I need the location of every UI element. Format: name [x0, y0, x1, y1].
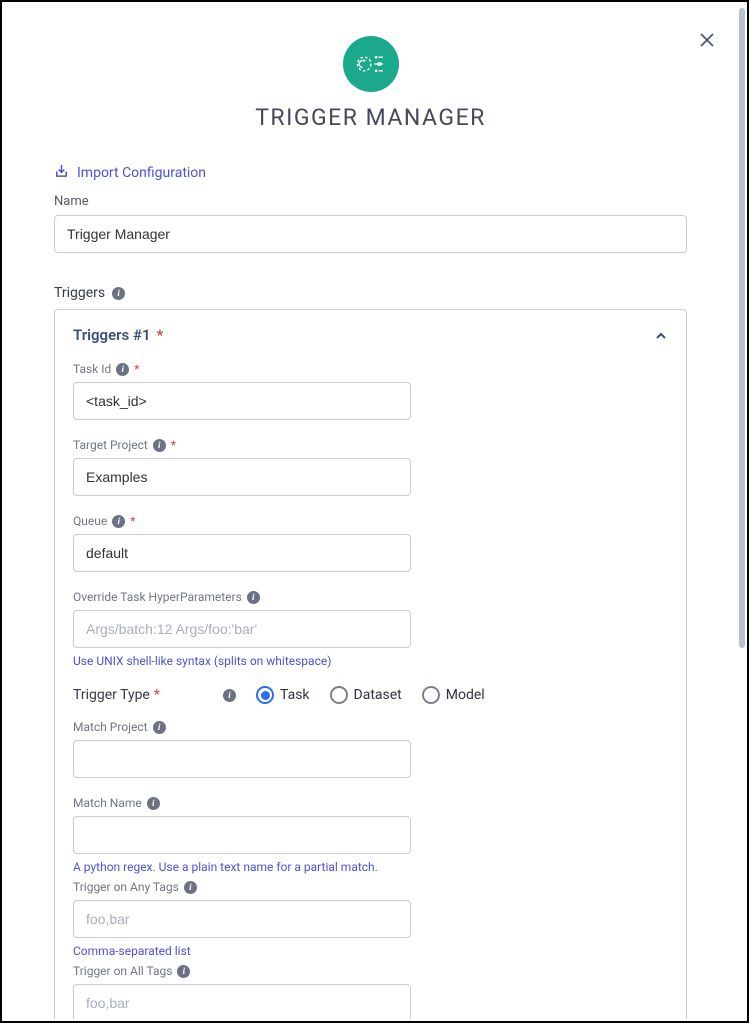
target-project-label: Target Project i * [73, 438, 668, 452]
collapse-toggle[interactable] [654, 328, 668, 342]
info-icon[interactable]: i [184, 881, 197, 894]
info-icon[interactable]: i [223, 689, 236, 702]
target-project-input[interactable] [73, 458, 411, 496]
trigger-type-model-radio[interactable]: Model [422, 686, 485, 704]
info-icon[interactable]: i [247, 591, 260, 604]
all-tags-label-text: Trigger on All Tags [73, 964, 172, 978]
all-tags-input[interactable] [73, 984, 411, 1019]
radio-label: Task [280, 687, 310, 703]
trigger-type-task-radio[interactable]: Task [256, 686, 310, 704]
trigger-type-label-text: Trigger Type [73, 687, 150, 703]
radio-icon [256, 686, 274, 704]
page-title: TRIGGER MANAGER [54, 104, 687, 131]
queue-label: Queue i * [73, 514, 668, 528]
trigger-type-dataset-radio[interactable]: Dataset [330, 686, 402, 704]
triggers-section-text: Triggers [54, 285, 105, 301]
match-name-label-text: Match Name [73, 796, 142, 810]
match-name-input[interactable] [73, 816, 411, 854]
match-name-hint: A python regex. Use a plain text name fo… [73, 860, 668, 874]
scrollbar[interactable] [739, 8, 745, 648]
any-tags-label-text: Trigger on Any Tags [73, 880, 179, 894]
trigger-card: Triggers #1 * Task Id i * Target Project… [54, 309, 687, 1019]
dialog-body: TRIGGER MANAGER Import Configuration Nam… [4, 4, 737, 1019]
override-hp-input[interactable] [73, 610, 411, 648]
info-icon[interactable]: i [153, 439, 166, 452]
radio-icon [422, 686, 440, 704]
info-icon[interactable]: i [147, 797, 160, 810]
import-configuration-label: Import Configuration [77, 165, 206, 181]
match-project-label: Match Project i [73, 720, 668, 734]
queue-input[interactable] [73, 534, 411, 572]
required-indicator: * [134, 362, 139, 376]
override-hp-hint: Use UNIX shell-like syntax (splits on wh… [73, 654, 668, 668]
required-indicator: * [154, 687, 160, 703]
match-project-label-text: Match Project [73, 720, 148, 734]
task-id-label-text: Task Id [73, 362, 111, 376]
info-icon[interactable]: i [153, 721, 166, 734]
info-icon[interactable]: i [177, 965, 190, 978]
all-tags-label: Trigger on All Tags i [73, 964, 668, 978]
radio-icon [330, 686, 348, 704]
trigger-manager-icon [343, 36, 399, 92]
trigger-type-label: Trigger Type * [73, 687, 203, 703]
triggers-section-label: Triggers i [54, 285, 687, 301]
required-indicator: * [157, 326, 164, 344]
task-id-input[interactable] [73, 382, 411, 420]
any-tags-input[interactable] [73, 900, 411, 938]
import-configuration-link[interactable]: Import Configuration [54, 163, 206, 182]
radio-label: Dataset [354, 687, 402, 703]
info-icon[interactable]: i [112, 287, 125, 300]
any-tags-hint: Comma-separated list [73, 944, 668, 958]
trigger-card-title-text: Triggers #1 [73, 326, 151, 344]
any-tags-label: Trigger on Any Tags i [73, 880, 668, 894]
name-label: Name [54, 194, 687, 209]
queue-label-text: Queue [73, 514, 107, 528]
match-project-input[interactable] [73, 740, 411, 778]
target-project-label-text: Target Project [73, 438, 148, 452]
close-icon[interactable] [699, 32, 715, 48]
import-icon [54, 163, 69, 182]
required-indicator: * [171, 438, 176, 452]
trigger-card-title: Triggers #1 * [73, 326, 163, 344]
info-icon[interactable]: i [112, 515, 125, 528]
name-input[interactable] [54, 215, 687, 253]
task-id-label: Task Id i * [73, 362, 668, 376]
override-hp-label: Override Task HyperParameters i [73, 590, 668, 604]
required-indicator: * [130, 514, 135, 528]
radio-label: Model [446, 687, 485, 703]
override-hp-label-text: Override Task HyperParameters [73, 590, 242, 604]
info-icon[interactable]: i [116, 363, 129, 376]
match-name-label: Match Name i [73, 796, 668, 810]
